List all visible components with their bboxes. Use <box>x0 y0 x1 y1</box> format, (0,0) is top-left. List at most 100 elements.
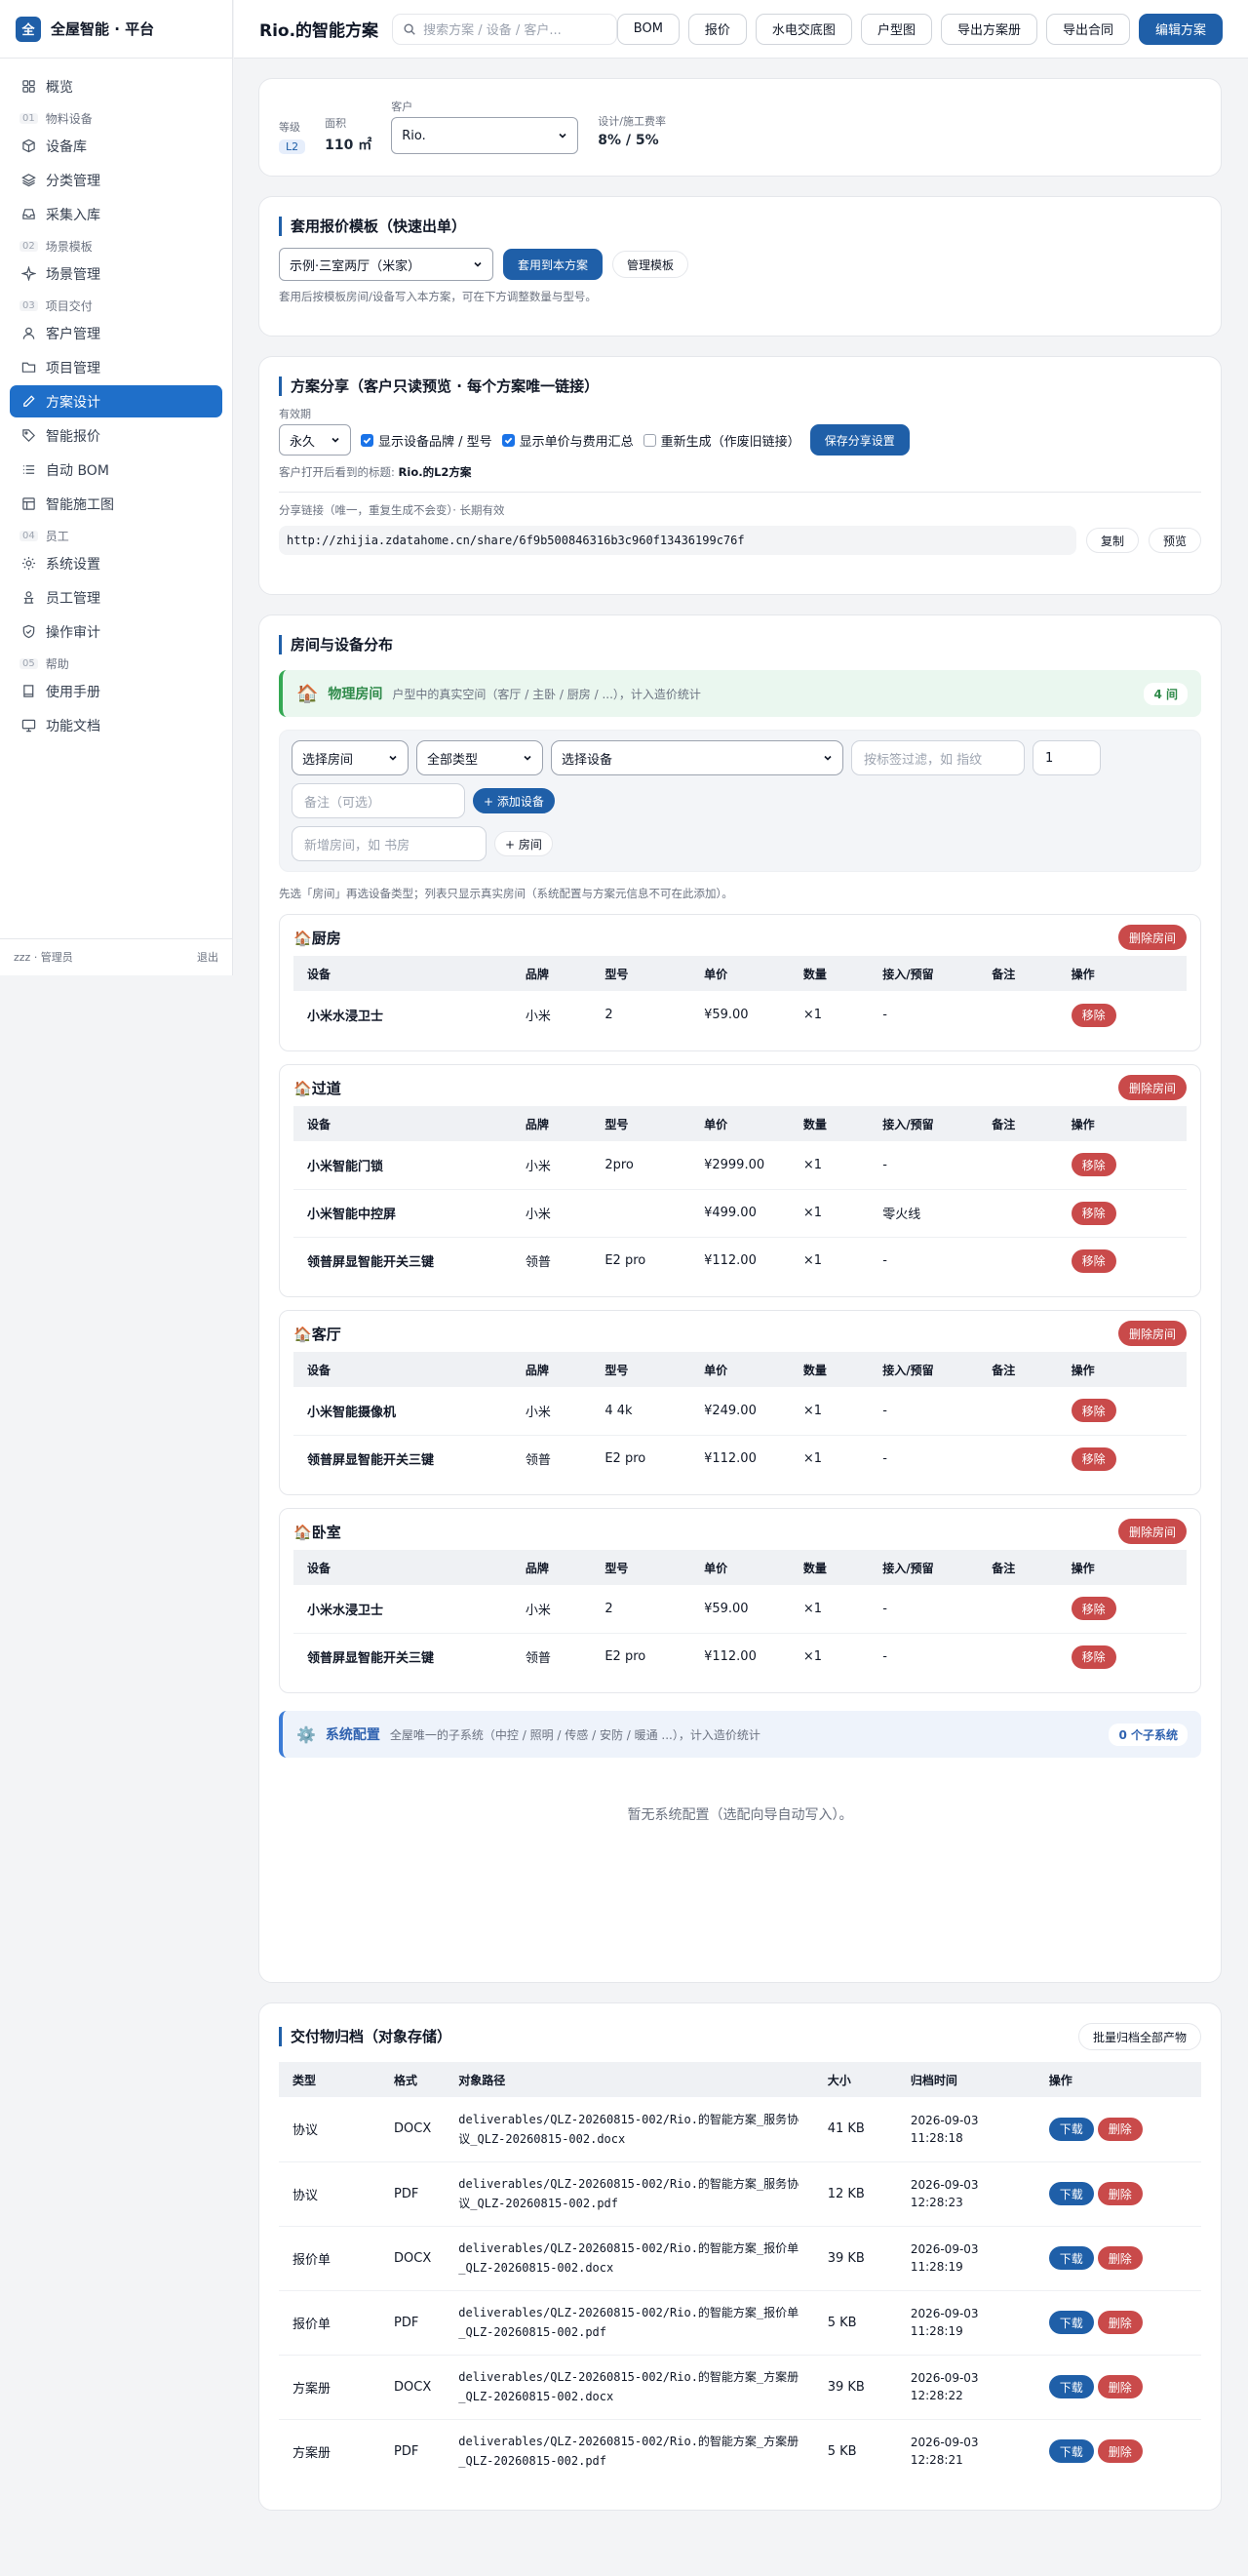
bom-button[interactable]: BOM <box>616 13 680 45</box>
sidebar-item-label: 系统设置 <box>46 556 100 573</box>
wiring-diagram-button[interactable]: 水电交底图 <box>755 13 852 45</box>
cell-model: E2 pro <box>604 1649 646 1665</box>
delete-room-button[interactable]: 删除房间 <box>1117 1519 1187 1544</box>
sidebar-item-settings[interactable]: 系统设置 <box>10 547 222 579</box>
edit-plan-button[interactable]: 编辑方案 <box>1138 13 1223 45</box>
remove-device-button[interactable]: 移除 <box>1071 1201 1116 1225</box>
sidebar-item-purchase[interactable]: 采集入库 <box>10 198 222 230</box>
search-placeholder: 搜索方案 / 设备 / 客户... <box>423 23 562 38</box>
add-room-button[interactable]: + 房间 <box>494 831 553 856</box>
column-header: 型号 <box>591 956 691 991</box>
sidebar-item-drawing[interactable]: 智能施工图 <box>10 488 222 520</box>
room-title: 🏠过道 <box>293 1078 341 1098</box>
room-select[interactable]: 选择房间 <box>292 740 409 775</box>
sidebar-item-manual[interactable]: 使用手册 <box>10 675 222 707</box>
sidebar-item-label: 操作审计 <box>46 624 100 641</box>
new-room-input[interactable]: 新增房间，如 书房 <box>292 826 487 861</box>
archive-title: 交付物归档（对象存储） <box>279 2027 451 2046</box>
type-select[interactable]: 全部类型 <box>416 740 543 775</box>
cell-device: 小米智能摄像机 <box>293 1387 512 1436</box>
remove-device-button[interactable]: 移除 <box>1071 1003 1116 1027</box>
column-header: 接入/预留 <box>869 1352 979 1387</box>
export-contract-button[interactable]: 导出合同 <box>1045 13 1130 45</box>
column-header: 设备 <box>293 1352 512 1387</box>
note-input[interactable]: 备注（可选） <box>292 783 465 818</box>
download-button[interactable]: 下载 <box>1048 2375 1094 2398</box>
sidebar-item-staff[interactable]: 员工管理 <box>10 581 222 614</box>
delete-room-button[interactable]: 删除房间 <box>1117 1075 1187 1100</box>
cell-time: 2026-09-03 12:28:22 <box>896 2355 1035 2420</box>
sidebar-item-customer[interactable]: 客户管理 <box>10 317 222 349</box>
cell-qty: ×1 <box>802 1649 823 1665</box>
remove-device-button[interactable]: 移除 <box>1071 1248 1116 1273</box>
column-header: 单价 <box>690 1352 790 1387</box>
search-input[interactable]: 搜索方案 / 设备 / 客户... <box>392 13 617 45</box>
sidebar-item-category[interactable]: 分类管理 <box>10 164 222 196</box>
group-number: 02 <box>20 240 38 252</box>
download-button[interactable]: 下载 <box>1048 2246 1094 2270</box>
device-select[interactable]: 选择设备 <box>551 740 843 775</box>
remove-device-button[interactable]: 移除 <box>1071 1597 1116 1621</box>
customer-select[interactable]: Rio. <box>391 117 579 154</box>
delete-room-button[interactable]: 删除房间 <box>1117 1321 1187 1346</box>
apply-template-button[interactable]: 套用到本方案 <box>503 249 604 280</box>
download-button[interactable]: 下载 <box>1048 2311 1094 2334</box>
sidebar-item-bom[interactable]: 自动 BOM <box>10 454 222 486</box>
tag-filter-input[interactable]: 按标签过滤，如 指纹 <box>851 740 1025 775</box>
time-line: 2026-09-03 11:28:19 <box>910 2242 979 2274</box>
show-brand-checkbox[interactable]: 显示设备品牌 / 型号 <box>361 431 492 450</box>
path-line: deliverables/QLZ-20260815-002/Rio.的智能方案_… <box>458 2370 800 2384</box>
remove-device-button[interactable]: 移除 <box>1071 1399 1116 1423</box>
download-button[interactable]: 下载 <box>1048 2117 1094 2141</box>
sidebar-item-overview[interactable]: 概览 <box>10 70 222 102</box>
house-icon: 🏠 <box>293 1523 312 1541</box>
regenerate-checkbox[interactable]: 重新生成（作废旧链接） <box>643 431 800 450</box>
floorplan-button[interactable]: 户型图 <box>860 13 932 45</box>
cell-model: E2 pro <box>604 1451 646 1467</box>
sidebar-item-label: 功能文档 <box>46 718 100 734</box>
room-title: 🏠客厅 <box>293 1324 341 1344</box>
add-device-button[interactable]: + 添加设备 <box>473 788 555 813</box>
delete-button[interactable]: 删除 <box>1097 2439 1143 2464</box>
quote-button[interactable]: 报价 <box>687 13 747 45</box>
logout-link[interactable]: 退出 <box>197 949 218 965</box>
delete-button[interactable]: 删除 <box>1097 2375 1143 2398</box>
delete-button[interactable]: 删除 <box>1097 2182 1143 2205</box>
save-share-button[interactable]: 保存分享设置 <box>809 424 910 456</box>
preview-link-button[interactable]: 预览 <box>1148 528 1201 553</box>
quantity-input[interactable]: 1 <box>1033 740 1101 775</box>
sidebar-item-quote[interactable]: 智能报价 <box>10 419 222 452</box>
batch-archive-button[interactable]: 批量归档全部产物 <box>1077 2023 1201 2050</box>
path-line: deliverables/QLZ-20260815-002/Rio.的智能方案_… <box>458 2306 800 2319</box>
table-row: 小米水浸卫士 小米 2 ¥59.00 ×1- 移除 <box>293 1585 1187 1634</box>
template-select[interactable]: 示例·三室两厅（米家） <box>279 248 493 281</box>
manage-template-button[interactable]: 管理模板 <box>612 251 689 278</box>
cell-model: 2pro <box>591 1141 691 1190</box>
house-icon: 🏠 <box>296 683 319 704</box>
download-button[interactable]: 下载 <box>1048 2182 1094 2205</box>
column-header: 类型 <box>279 2062 381 2097</box>
delete-button[interactable]: 删除 <box>1097 2311 1143 2334</box>
delete-button[interactable]: 删除 <box>1097 2246 1143 2270</box>
column-header: 品牌 <box>511 956 592 991</box>
export-brochure-button[interactable]: 导出方案册 <box>940 13 1037 45</box>
validity-select[interactable]: 永久 <box>279 424 351 456</box>
remove-device-button[interactable]: 移除 <box>1071 1645 1116 1669</box>
show-price-checkbox[interactable]: 显示单价与费用汇总 <box>501 431 634 450</box>
delete-room-button[interactable]: 删除房间 <box>1117 925 1187 950</box>
remove-device-button[interactable]: 移除 <box>1071 1447 1116 1471</box>
cell-path: deliverables/QLZ-20260815-002/Rio.的智能方案_… <box>445 2355 814 2420</box>
remove-device-button[interactable]: 移除 <box>1071 1153 1116 1177</box>
share-link-field[interactable]: http://zhijia.zdatahome.cn/share/6f9b500… <box>279 526 1076 555</box>
sidebar-item-scene[interactable]: 场景管理 <box>10 258 222 290</box>
sidebar-item-device-library[interactable]: 设备库 <box>10 130 222 162</box>
sidebar-item-project[interactable]: 项目管理 <box>10 351 222 383</box>
download-button[interactable]: 下载 <box>1048 2439 1094 2464</box>
sidebar-item-audit[interactable]: 操作审计 <box>10 615 222 648</box>
copy-link-button[interactable]: 复制 <box>1085 528 1139 553</box>
delete-button[interactable]: 删除 <box>1097 2117 1143 2141</box>
cell-path: deliverables/QLZ-20260815-002/Rio.的智能方案_… <box>445 2097 814 2162</box>
cell-access: 零火线 <box>869 1189 979 1238</box>
sidebar-item-design[interactable]: 方案设计 <box>10 385 222 417</box>
sidebar-item-docs[interactable]: 功能文档 <box>10 709 222 741</box>
